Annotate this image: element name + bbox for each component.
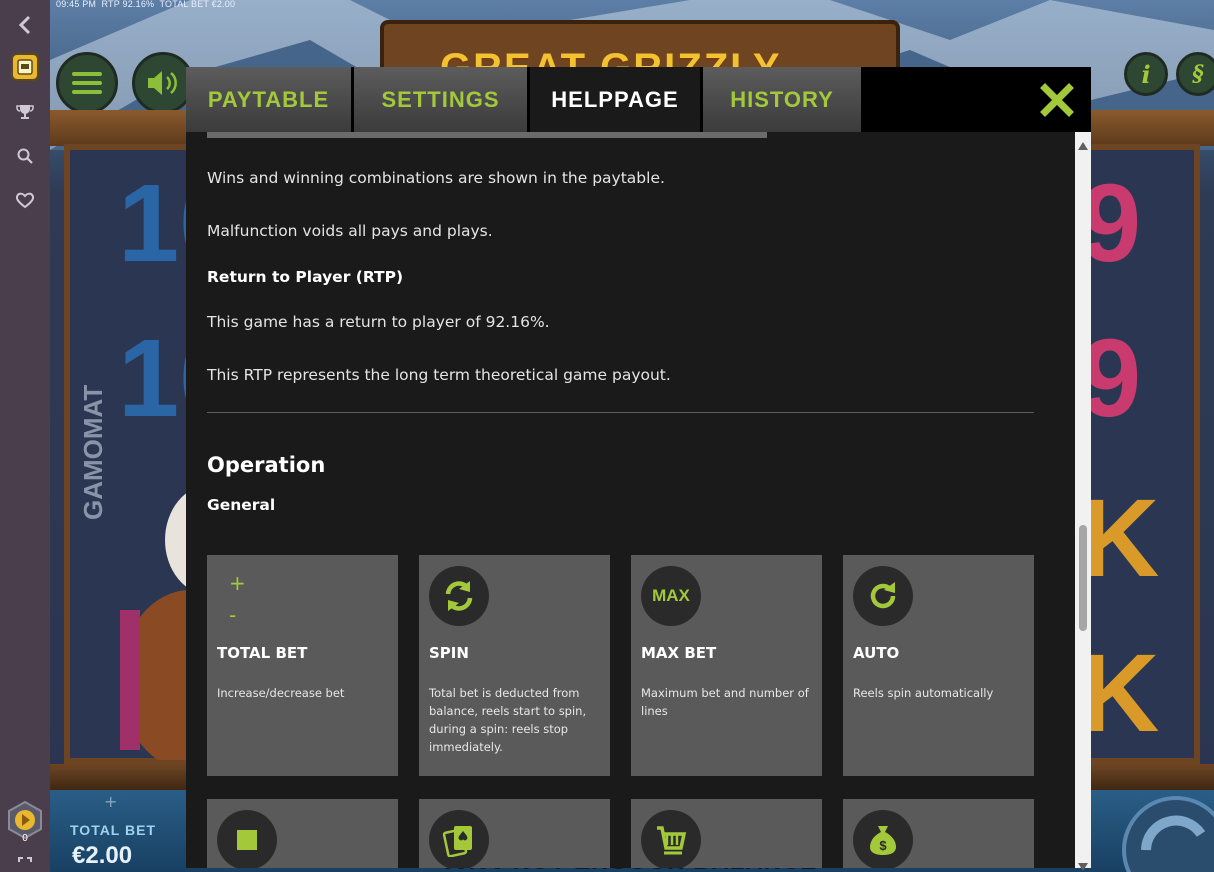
status-line: 09:45 PM RTP 92.16% TOTAL BET €2.00: [56, 0, 236, 9]
close-button[interactable]: [1040, 83, 1074, 117]
trophy-icon[interactable]: [11, 98, 39, 126]
symbol-king-icon: K: [1080, 477, 1160, 600]
tab-paytable[interactable]: PAYTABLE: [186, 67, 351, 132]
info-icon: i: [1141, 59, 1151, 89]
cut-off-text-line: [207, 132, 807, 138]
modal-tabs: PAYTABLE SETTINGS HELPPAGE HISTORY: [186, 67, 1091, 132]
spin-button-icon[interactable]: [1116, 790, 1214, 872]
help-modal: PAYTABLE SETTINGS HELPPAGE HISTORY Wins …: [186, 67, 1091, 868]
left-rail: 0: [0, 0, 50, 872]
close-icon: [1040, 83, 1074, 117]
tab-helppage[interactable]: HELPPAGE: [530, 67, 700, 132]
heart-icon[interactable]: [11, 186, 39, 214]
tab-settings[interactable]: SETTINGS: [354, 67, 527, 132]
currency-icon: §: [1192, 61, 1204, 87]
sound-button[interactable]: [132, 52, 194, 114]
scroll-down-arrow-icon[interactable]: [1078, 856, 1088, 872]
slot-machine-icon[interactable]: [11, 53, 39, 81]
total-bet-label: TOTAL BET: [70, 822, 156, 838]
help-content[interactable]: Wins and winning combinations are shown …: [186, 132, 1075, 868]
symbol-king-icon-2: K: [1080, 632, 1160, 755]
bonus-coin-badge[interactable]: 0: [5, 800, 45, 844]
speaker-icon: [148, 71, 177, 95]
search-icon[interactable]: [11, 142, 39, 170]
fullscreen-icon[interactable]: [11, 856, 39, 872]
total-bet-value: €2.00: [72, 842, 133, 869]
menu-button[interactable]: [56, 52, 118, 114]
info-button[interactable]: i: [1124, 52, 1168, 96]
bet-increase-icon[interactable]: +: [104, 792, 117, 811]
back-chevron-icon[interactable]: [11, 11, 39, 39]
scroll-up-arrow-icon[interactable]: [1078, 135, 1088, 154]
currency-button[interactable]: §: [1176, 52, 1214, 96]
scroll-thumb[interactable]: [1079, 525, 1087, 631]
hamburger-icon: [72, 72, 102, 94]
tab-history[interactable]: HISTORY: [703, 67, 861, 132]
coin-count: 0: [22, 833, 28, 844]
brand-vertical-logo: GAMOMAT: [78, 385, 108, 520]
svg-text:GAMOMAT: GAMOMAT: [78, 385, 108, 520]
modal-scrollbar[interactable]: [1075, 132, 1091, 871]
